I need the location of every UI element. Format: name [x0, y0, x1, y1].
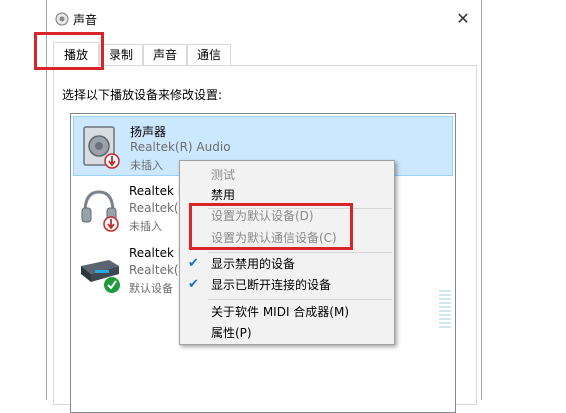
menu-item-show-disconnected[interactable]: ✔ 显示已断开连接的设备	[180, 275, 394, 295]
digital-output-icon	[81, 260, 120, 293]
title-bar[interactable]: 声音 ✕	[47, 0, 481, 38]
context-menu: 测试 禁用 设置为默认设备(D) 设置为默认通信设备(C) ✔ 显示禁用的设备 …	[179, 160, 395, 345]
menu-item-about-midi[interactable]: 关于软件 MIDI 合成器(M)	[180, 302, 394, 322]
headphones-icon	[81, 190, 119, 232]
menu-item-test[interactable]: 测试	[180, 165, 394, 185]
menu-item-disable[interactable]: 禁用	[180, 185, 394, 205]
menu-separator	[208, 299, 392, 300]
annotation-highlight-menu	[189, 203, 353, 250]
window-title: 声音	[73, 13, 98, 27]
menu-item-show-disabled[interactable]: ✔ 显示禁用的设备	[180, 254, 394, 274]
checkmark-icon: ✔	[188, 277, 199, 292]
device-status: 未插入	[130, 159, 163, 172]
menu-separator	[208, 252, 392, 253]
device-status: 默认设备	[129, 282, 173, 295]
speaker-icon	[83, 126, 120, 169]
menu-item-label: 显示已断开连接的设备	[211, 278, 332, 292]
tab-recording[interactable]: 录制	[99, 44, 143, 65]
volume-level-meter	[439, 290, 451, 328]
device-name: 扬声器	[130, 125, 167, 139]
device-status: 未插入	[129, 220, 162, 233]
tab-playback[interactable]: 播放	[53, 42, 99, 66]
tab-communications[interactable]: 通信	[187, 44, 231, 65]
device-driver: Realtek(R) Audio	[130, 140, 231, 154]
sound-app-icon	[55, 12, 69, 26]
tab-sounds[interactable]: 声音	[143, 44, 187, 65]
checkmark-icon: ✔	[188, 256, 199, 271]
close-button[interactable]: ✕	[453, 9, 473, 29]
instruction-text: 选择以下播放设备来修改设置:	[62, 88, 223, 102]
menu-item-label: 显示禁用的设备	[211, 257, 296, 271]
menu-item-properties[interactable]: 属性(P)	[180, 323, 394, 343]
